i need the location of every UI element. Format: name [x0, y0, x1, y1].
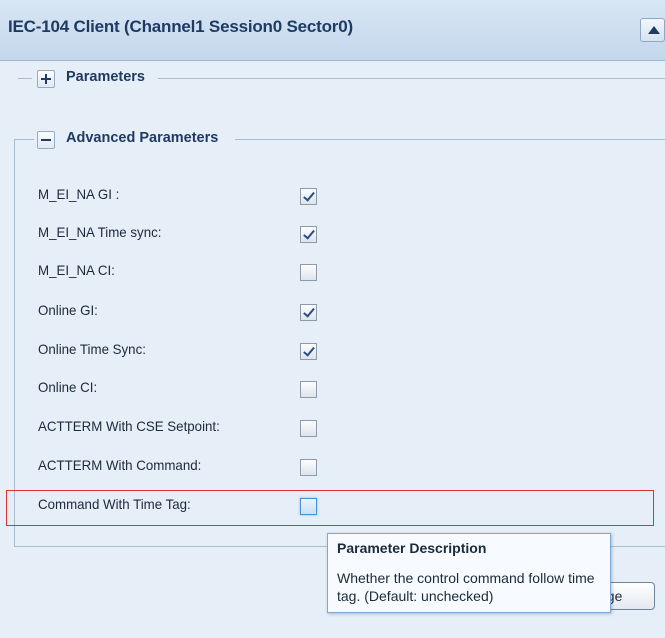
section-border [18, 78, 32, 79]
window-title: IEC-104 Client (Channel1 Session0 Sector… [8, 17, 353, 36]
checkbox-online-time-sync[interactable] [300, 343, 317, 360]
checkbox-m-ei-na-ci[interactable] [300, 264, 317, 281]
section-border [158, 78, 665, 79]
parameter-description-tooltip: Parameter Description Whether the contro… [327, 533, 611, 613]
checkbox-m-ei-na-gi[interactable] [300, 188, 317, 205]
advanced-collapse-toggle[interactable] [37, 131, 55, 149]
checkbox-m-ei-na-time-sync[interactable] [300, 226, 317, 243]
collapse-button[interactable] [640, 18, 665, 42]
parameters-section-title[interactable]: Parameters [62, 69, 149, 85]
minus-icon [41, 139, 51, 141]
row-label-m-ei-na-time-sync: M_EI_NA Time sync: [38, 224, 162, 240]
section-border [14, 139, 34, 140]
row-label-m-ei-na-ci: M_EI_NA CI: [38, 262, 115, 278]
row-label-actterm-command: ACTTERM With Command: [38, 457, 202, 473]
tooltip-title: Parameter Description [337, 540, 487, 556]
window-header: IEC-104 Client (Channel1 Session0 Sector… [0, 0, 665, 61]
tooltip-body: Whether the control command follow time … [337, 570, 595, 604]
row-label-online-ci: Online CI: [38, 379, 98, 395]
row-label-online-gi: Online GI: [38, 302, 98, 318]
highlight-box [6, 490, 654, 526]
advanced-section-title[interactable]: Advanced Parameters [62, 130, 223, 146]
row-label-online-time-sync: Online Time Sync: [38, 341, 146, 357]
section-border [235, 139, 665, 140]
checkbox-actterm-cse-setpoint[interactable] [300, 420, 317, 437]
checkbox-online-gi[interactable] [300, 304, 317, 321]
section-border [14, 139, 15, 546]
checkbox-actterm-command[interactable] [300, 459, 317, 476]
parameters-expand-toggle[interactable] [37, 70, 55, 88]
row-label-actterm-cse-setpoint: ACTTERM With CSE Setpoint: [38, 418, 220, 434]
row-label-m-ei-na-gi: M_EI_NA GI : [38, 186, 120, 202]
checkbox-online-ci[interactable] [300, 381, 317, 398]
plus-icon-stroke [45, 74, 47, 84]
